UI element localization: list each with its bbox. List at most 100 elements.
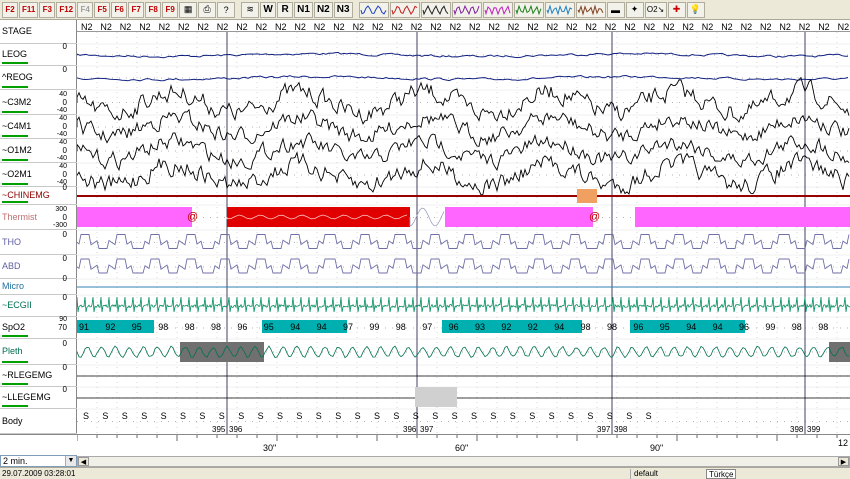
channel-stage[interactable]: STAGE [0,20,77,44]
stage-label[interactable]: N2 [741,22,753,32]
pleth-artifact[interactable] [829,342,850,362]
help-icon[interactable]: ? [217,1,236,18]
stage-label[interactable]: N2 [275,22,287,32]
event-type-3-icon[interactable] [420,1,451,18]
event-type-7-icon[interactable] [544,1,575,18]
event-type-5-icon[interactable] [482,1,513,18]
signal-fill-icon[interactable]: ▬ [606,1,625,18]
channel-c4m1[interactable]: ~C4M1 40 0 -40 [0,115,77,139]
stage-label[interactable]: N2 [779,22,791,32]
channel-llegemg[interactable]: ~LLEGEMG 0 [0,386,77,409]
stage-label[interactable]: N2 [314,22,326,32]
event-type-2-icon[interactable] [389,1,420,18]
event-type-4-icon[interactable] [451,1,482,18]
stage-label[interactable]: N2 [663,22,675,32]
scroll-left-icon[interactable]: ◀ [78,457,89,466]
channel-spo2[interactable]: SpO2 90 70 [0,316,77,339]
stage-label[interactable]: N2 [178,22,190,32]
stage-label[interactable]: N2 [391,22,403,32]
scroll-right-icon[interactable]: ▶ [838,457,849,466]
stage-label[interactable]: N2 [411,22,423,32]
stage-r-button[interactable]: R [277,1,294,18]
channel-gain-bar[interactable] [2,62,28,64]
channel-tho[interactable]: THO 0 [0,230,77,255]
stage-label[interactable]: N2 [547,22,559,32]
stage-label[interactable]: N2 [799,22,811,32]
chin-event-marker[interactable] [577,189,597,203]
stage-label[interactable]: N2 [333,22,345,32]
stage-label[interactable]: N2 [605,22,617,32]
channel-gain-bar[interactable] [2,383,28,385]
lightbulb-icon[interactable]: 💡 [686,1,705,18]
stage-label[interactable]: N2 [217,22,229,32]
stage-label[interactable]: N2 [818,22,830,32]
stage-label[interactable]: N2 [197,22,209,32]
channel-gain-bar[interactable] [2,159,28,161]
stage-label[interactable]: N2 [120,22,132,32]
time-scrollbar[interactable]: ◀ ▶ [77,456,850,467]
stage-label[interactable]: N2 [81,22,93,32]
channel-pleth[interactable]: Pleth 0 [0,339,77,365]
stage-label[interactable]: N2 [469,22,481,32]
channel-ecgii[interactable]: ~ECGII 0 [0,294,77,317]
stage-label[interactable]: N2 [682,22,694,32]
stage-n2-button[interactable]: N2 [313,1,333,18]
stage-label[interactable]: N2 [585,22,597,32]
stage-w-button[interactable]: W [260,1,277,18]
channel-gain-bar[interactable] [2,86,28,88]
fkey-f3-button[interactable]: F3 [39,1,56,18]
channel-gain-bar[interactable] [2,335,28,337]
channel-gain-bar[interactable] [2,405,28,407]
fkey-f5-button[interactable]: F5 [94,1,111,18]
arousal-icon[interactable]: ✚ [667,1,686,18]
fkey-f4-button[interactable]: F4 [77,1,94,18]
stage-label[interactable]: N2 [294,22,306,32]
zoom-select[interactable]: 2 min. ▼ [0,455,77,467]
fkey-f8-button[interactable]: F8 [145,1,162,18]
channel-reog[interactable]: ^REOG 0 [0,66,77,90]
stage-label[interactable]: N2 [159,22,171,32]
stage-label[interactable]: N2 [488,22,500,32]
stage-label[interactable]: N2 [721,22,733,32]
stage-label[interactable]: N2 [236,22,248,32]
fkey-f2-button[interactable]: F2 [2,1,18,18]
channel-o1m2[interactable]: ~O1M2 40 0 -40 [0,139,77,163]
stage-label[interactable]: N2 [430,22,442,32]
stage-label[interactable]: N2 [702,22,714,32]
signal-traces[interactable]: @ @91 92 95 98 98 98 96 95 94 94 97 99 98 97 96 93 92 92 94… [77,32,850,434]
print-icon[interactable]: ⎙ [198,1,217,18]
hypopnea-event[interactable] [635,207,850,227]
status-language[interactable]: Türkçe [706,469,737,479]
signal-plot-area[interactable]: @ @91 92 95 98 98 98 96 95 94 94 97 99 98 97 96 93 92 92 94… [77,32,850,434]
chevron-down-icon[interactable]: ▼ [65,456,76,466]
stage-label[interactable]: N2 [838,22,850,32]
marker-icon[interactable]: ✦ [625,1,644,18]
stage-label[interactable]: N2 [353,22,365,32]
hypopnea-event[interactable] [77,207,192,227]
chart-icon[interactable]: ▦ [179,1,198,18]
fkey-f9-button[interactable]: F9 [162,1,179,18]
leg-movement-event[interactable] [415,387,457,407]
desaturation-button[interactable]: O2↘ [644,1,667,18]
event-type-1-icon[interactable] [358,1,389,18]
channel-thermist[interactable]: Thermist 300 0 -300 [0,205,77,230]
stage-label[interactable]: N2 [139,22,151,32]
channel-leog[interactable]: LEOG 0 [0,43,77,66]
channel-c3m2[interactable]: ~C3M2 40 0 -40 [0,90,77,115]
stage-label[interactable]: N2 [624,22,636,32]
stage-label[interactable]: N2 [760,22,772,32]
stage-label[interactable]: N2 [372,22,384,32]
desaturation-event[interactable] [262,320,347,333]
stage-n3-button[interactable]: N3 [333,1,353,18]
stage-label[interactable]: N2 [508,22,520,32]
stage-label[interactable]: N2 [256,22,268,32]
channel-gain-bar[interactable] [2,201,28,203]
channel-gain-bar[interactable] [2,361,28,363]
channel-gain-bar[interactable] [2,183,28,185]
fkey-f11-button[interactable]: F11 [19,1,39,18]
event-type-8-icon[interactable] [575,1,606,18]
stage-label[interactable]: N2 [644,22,656,32]
channel-gain-bar[interactable] [2,111,28,113]
fkey-f7-button[interactable]: F7 [128,1,145,18]
channel-rlegemg[interactable]: ~RLEGEMG 0 [0,364,77,387]
